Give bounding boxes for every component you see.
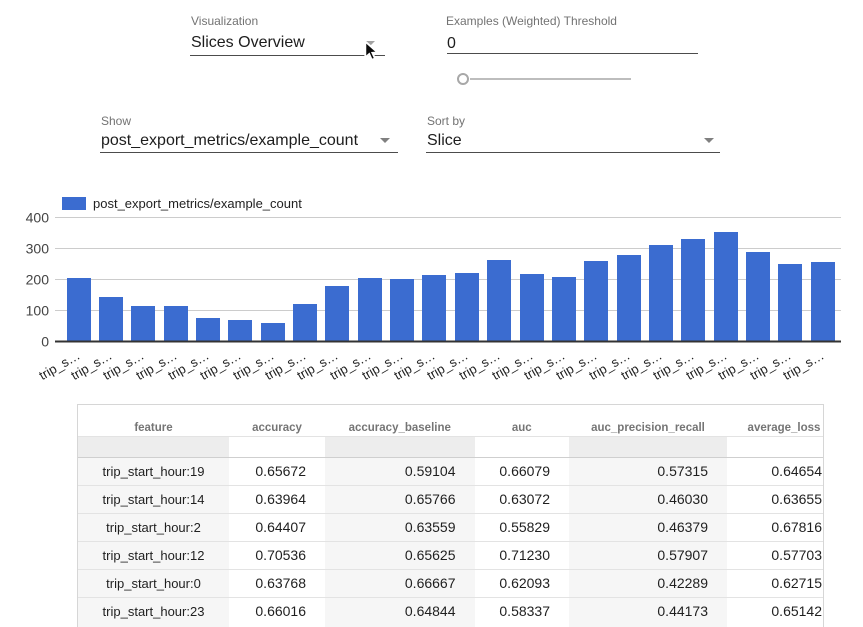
- svg-text:300: 300: [26, 241, 50, 257]
- svg-text:100: 100: [26, 303, 50, 319]
- svg-text:200: 200: [26, 272, 50, 288]
- svg-text:400: 400: [26, 210, 50, 226]
- svg-text:0: 0: [41, 334, 49, 350]
- svg-text:post_export_metrics/example_co: post_export_metrics/example_count: [93, 196, 302, 211]
